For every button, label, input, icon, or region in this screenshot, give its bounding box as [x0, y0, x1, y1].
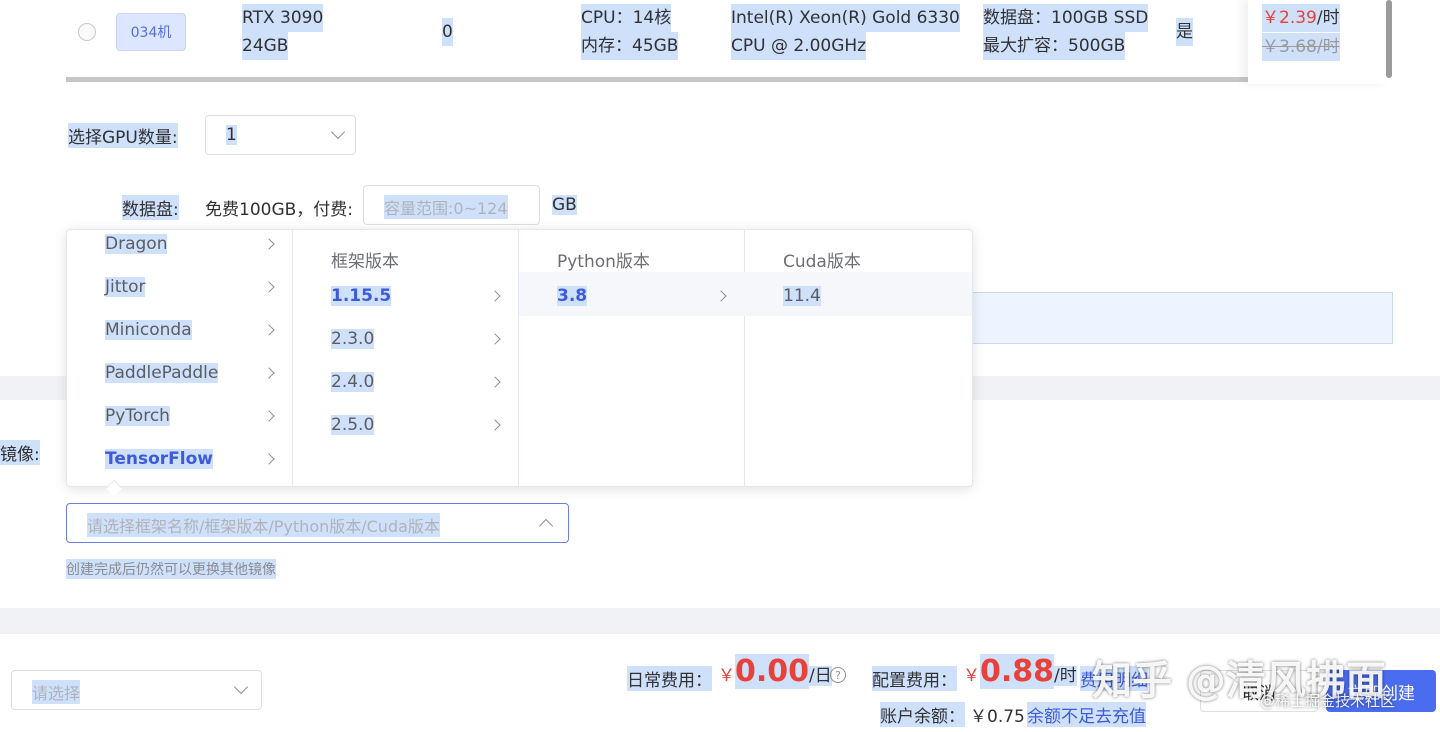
disk-size: 数据盘：100GB SSD [983, 4, 1149, 32]
config-cost-unit: /时 [1054, 666, 1077, 686]
footer-select-placeholder: 请选择 [32, 680, 81, 704]
cuda-selected-row [745, 272, 972, 316]
cuda-version-header: Cuda版本 [783, 252, 861, 272]
chevron-right-icon [489, 419, 501, 431]
chevron-right-icon [263, 281, 275, 293]
expandable-flag: 是 [1176, 18, 1193, 46]
config-cost-label: 配置费用： [872, 666, 957, 691]
machine-tag-label: 034机 [130, 25, 172, 41]
chevron-right-icon [263, 367, 275, 379]
image-hint: 创建完成后仍然可以更换其他镜像 [66, 559, 276, 579]
image-select-placeholder: 请选择框架名称/框架版本/Python版本/Cuda版本 [87, 513, 440, 537]
data-disk-label: 数据盘: [122, 195, 179, 220]
gpu-count-label: 选择GPU数量: [68, 123, 178, 148]
data-disk-input[interactable]: 容量范围:0~124 [363, 185, 540, 225]
balance-value: ￥0.75 [970, 707, 1025, 727]
image-cascader-dropdown: Dragon Jittor Miniconda PaddlePaddle PyT… [66, 229, 973, 487]
chevron-down-icon [330, 124, 346, 140]
framework-version-option[interactable]: 2.3.0 [331, 329, 375, 349]
price-current: ￥2.39/时 [1262, 4, 1340, 32]
chevron-right-icon [263, 410, 275, 422]
python-version-option[interactable]: 3.8 [557, 286, 588, 306]
framework-column: Dragon Jittor Miniconda PaddlePaddle PyT… [67, 230, 293, 486]
gpu-memory: 24GB [242, 32, 289, 60]
config-cost-currency: ￥ [963, 666, 980, 686]
cpu-model-line1: Intel(R) Xeon(R) Gold 6330 [731, 4, 960, 32]
daily-cost-value: 0.00 [735, 654, 810, 689]
config-cost-value: 0.88 [980, 654, 1055, 689]
data-disk-placeholder: 容量范围:0~124 [384, 195, 508, 219]
framework-option-pytorch[interactable]: PyTorch [105, 406, 170, 426]
python-version-column: Python版本 3.8 [519, 230, 745, 486]
image-label: 镜像: [0, 440, 40, 465]
python-selected-row [519, 272, 745, 316]
framework-version-option[interactable]: 2.4.0 [331, 372, 375, 392]
chevron-up-icon [538, 518, 554, 534]
info-panel [972, 292, 1393, 344]
instance-radio[interactable] [78, 23, 96, 41]
python-version-header: Python版本 [557, 252, 650, 272]
framework-option-miniconda[interactable]: Miniconda [105, 320, 192, 340]
data-disk-unit: GB [552, 195, 577, 215]
footer-divider [0, 608, 1440, 634]
gpu-spec: RTX 3090 24GB [242, 4, 324, 60]
disk-spec: 数据盘：100GB SSD 最大扩容：500GB [983, 4, 1149, 60]
cpu-cores: CPU：14核 [581, 4, 672, 32]
framework-option-tensorflow[interactable]: TensorFlow [105, 449, 213, 469]
row-divider [66, 77, 1250, 82]
chevron-right-icon [489, 333, 501, 345]
daily-cost: ￥0.00/日 [718, 654, 832, 689]
framework-option-paddlepaddle[interactable]: PaddlePaddle [105, 363, 219, 383]
machine-tag: 034机 [116, 13, 186, 51]
gpu-count-select[interactable]: 1 [205, 115, 356, 155]
framework-version-header: 框架版本 [331, 252, 399, 272]
framework-option-jittor[interactable]: Jittor [105, 277, 146, 297]
table-scrollbar[interactable] [1386, 0, 1392, 78]
price-original: ￥3.68/时 [1262, 33, 1340, 61]
cuda-version-option[interactable]: 11.4 [783, 286, 821, 306]
balance-label: 账户余额： [880, 702, 965, 727]
gpu-model: RTX 3090 [242, 4, 324, 32]
chevron-right-icon [489, 290, 501, 302]
cpu-model: Intel(R) Xeon(R) Gold 6330 CPU @ 2.00GHz [731, 4, 960, 60]
framework-version-column: 框架版本 1.15.5 2.3.0 2.4.0 2.5.0 [293, 230, 519, 486]
cpu-spec: CPU：14核 内存：45GB [581, 4, 679, 60]
config-cost: ￥0.88/时 [963, 654, 1077, 689]
framework-version-option[interactable]: 1.15.5 [331, 286, 392, 306]
image-select[interactable]: 请选择框架名称/框架版本/Python版本/Cuda版本 [66, 503, 569, 543]
daily-cost-label: 日常费用： [627, 666, 712, 691]
idle-gpu-count: 0 [442, 18, 453, 46]
cuda-version-column: Cuda版本 11.4 [745, 230, 972, 486]
price-column: ￥2.39/时 ￥3.68/时 [1248, 0, 1390, 84]
memory-size: 内存：45GB [581, 32, 679, 60]
chevron-right-icon [263, 238, 275, 250]
daily-cost-currency: ￥ [718, 666, 735, 686]
daily-cost-unit: /日 [809, 666, 832, 686]
watermark-sub: @稀土掘金技术社区 [1260, 692, 1396, 710]
help-icon[interactable]: ? [830, 667, 846, 683]
data-disk-free-text: 免费100GB，付费: [205, 200, 354, 220]
gpu-count-value: 1 [226, 125, 237, 145]
framework-option-dragon[interactable]: Dragon [105, 234, 168, 254]
chevron-right-icon [263, 453, 275, 465]
framework-version-option[interactable]: 2.5.0 [331, 415, 375, 435]
chevron-right-icon [489, 376, 501, 388]
footer-select[interactable]: 请选择 [11, 670, 262, 710]
cpu-model-line2: CPU @ 2.00GHz [731, 32, 867, 60]
chevron-right-icon [263, 324, 275, 336]
disk-max: 最大扩容：500GB [983, 32, 1126, 60]
chevron-down-icon [233, 679, 249, 695]
